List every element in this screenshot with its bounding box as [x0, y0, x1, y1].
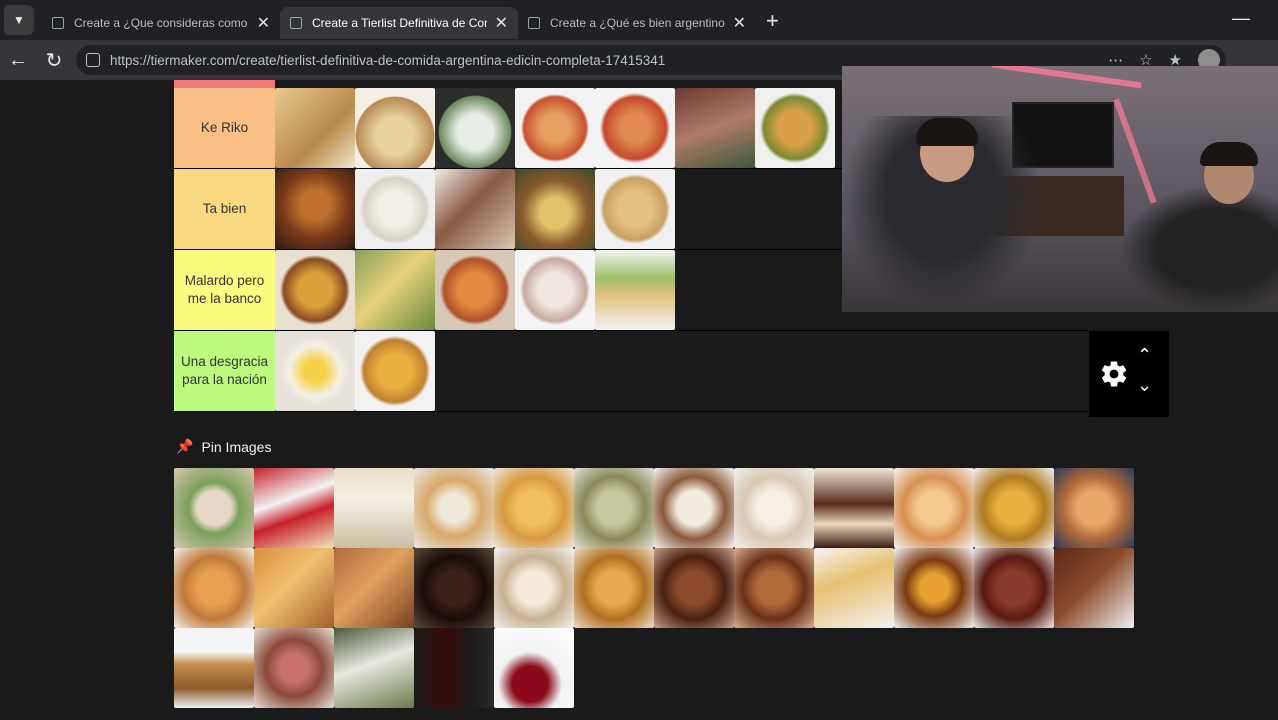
tier-item-image[interactable] [355, 88, 435, 168]
close-tab-icon[interactable]: ✕ [257, 13, 270, 33]
webcam-overlay [842, 66, 1278, 312]
tier-row-una-desgracia: Una desgracia para la nación [174, 331, 1089, 412]
browser-tab-2[interactable]: Create a Tierlist Definitiva de Com ✕ [280, 7, 518, 39]
browser-tab-1[interactable]: Create a ¿Que consideras como m ✕ [42, 7, 280, 39]
tier-item-image[interactable] [595, 169, 675, 249]
pool-item-image[interactable] [414, 548, 494, 628]
new-tab-plus-icon[interactable]: + [766, 8, 779, 34]
move-tier-up-icon[interactable]: ⌃ [1137, 345, 1152, 366]
pool-item-image[interactable] [814, 548, 894, 628]
person-left-hair [916, 118, 978, 146]
tier-item-image[interactable] [675, 88, 755, 168]
pool-item-image[interactable] [414, 468, 494, 548]
tier-item-image[interactable] [355, 250, 435, 330]
tier-item-image[interactable] [355, 331, 435, 411]
close-tab-icon[interactable]: ✕ [733, 13, 746, 33]
pool-item-image[interactable] [974, 548, 1054, 628]
pool-item-image[interactable] [494, 468, 574, 548]
tier-item-image[interactable] [755, 88, 835, 168]
pool-item-image[interactable] [414, 628, 494, 708]
pool-item-image[interactable] [574, 548, 654, 628]
tier-label[interactable]: Una desgracia para la nación [174, 331, 275, 411]
tiermaker-favicon-icon [52, 17, 64, 29]
tier-item-image[interactable] [595, 250, 675, 330]
pool-item-image[interactable] [174, 468, 254, 548]
pool-item-image[interactable] [654, 548, 734, 628]
tier-label[interactable]: Malardo pero me la banco [174, 250, 275, 330]
minimize-window-icon[interactable]: — [1232, 8, 1250, 29]
pool-item-image[interactable] [494, 548, 574, 628]
tier-settings-panel: ⌃ ⌄ [1089, 331, 1169, 417]
pool-item-image[interactable] [334, 468, 414, 548]
tiermaker-favicon-icon [528, 17, 540, 29]
pool-item-image[interactable] [574, 468, 654, 548]
pool-item-image[interactable] [254, 628, 334, 708]
pool-item-image[interactable] [974, 468, 1054, 548]
reload-icon[interactable]: ↻ [36, 48, 72, 73]
tier-item-image[interactable] [515, 250, 595, 330]
pool-item-image[interactable] [1054, 548, 1134, 628]
tier-label[interactable]: Ta bien [174, 169, 275, 249]
gear-icon[interactable] [1099, 359, 1129, 389]
tier-item-image[interactable] [515, 88, 595, 168]
site-info-icon[interactable] [86, 53, 100, 67]
pool-item-image[interactable] [174, 628, 254, 708]
pool-item-image[interactable] [334, 548, 414, 628]
back-arrow-icon[interactable]: ← [0, 49, 36, 72]
tier-item-image[interactable] [275, 88, 355, 168]
tier-item-image[interactable] [355, 169, 435, 249]
pushpin-icon: 📌 [176, 438, 194, 454]
previous-tier-edge [174, 80, 275, 88]
tier-item-image[interactable] [275, 169, 355, 249]
tier-item-image[interactable] [435, 88, 515, 168]
browser-tab-3[interactable]: Create a ¿Qué es bien argentino y ✕ [518, 7, 756, 39]
pin-images-title: Pin Images [201, 438, 272, 455]
person-right-hair [1200, 142, 1258, 166]
tier-item-image[interactable] [275, 331, 355, 411]
url-text: https://tiermaker.com/create/tierlist-de… [110, 52, 666, 68]
tier-item-image[interactable] [435, 169, 515, 249]
pool-item-image[interactable] [894, 468, 974, 548]
pool-item-image[interactable] [334, 628, 414, 708]
tab-list-menu-button[interactable]: ▼ [4, 5, 34, 35]
tab-title: Create a Tierlist Definitiva de Com [312, 16, 487, 30]
pool-item-image[interactable] [654, 468, 734, 548]
tier-item-image[interactable] [515, 169, 595, 249]
tab-title: Create a ¿Que consideras como m [74, 16, 249, 30]
pool-item-image[interactable] [254, 468, 334, 548]
pin-images-heading: 📌 Pin Images [176, 438, 271, 455]
tab-title: Create a ¿Qué es bien argentino y [550, 16, 725, 30]
pool-item-image[interactable] [1054, 468, 1134, 548]
pool-item-image[interactable] [174, 548, 254, 628]
tier-item-image[interactable] [275, 250, 355, 330]
pool-item-image[interactable] [734, 468, 814, 548]
pool-item-image[interactable] [494, 628, 574, 708]
pool-item-image[interactable] [254, 548, 334, 628]
close-tab-icon[interactable]: ✕ [495, 13, 508, 33]
tier-item-image[interactable] [595, 88, 675, 168]
chevron-down-icon: ▼ [13, 13, 25, 27]
tiermaker-favicon-icon [290, 17, 302, 29]
pool-item-image[interactable] [734, 548, 814, 628]
tier-label[interactable]: Ke Riko [174, 88, 275, 168]
browser-tab-bar: ▼ Create a ¿Que consideras como m ✕ Crea… [0, 0, 1278, 40]
tier-item-image[interactable] [435, 250, 515, 330]
person-right [1122, 186, 1278, 312]
pool-item-image[interactable] [814, 468, 894, 548]
move-tier-down-icon[interactable]: ⌄ [1137, 375, 1152, 396]
pool-item-image[interactable] [894, 548, 974, 628]
